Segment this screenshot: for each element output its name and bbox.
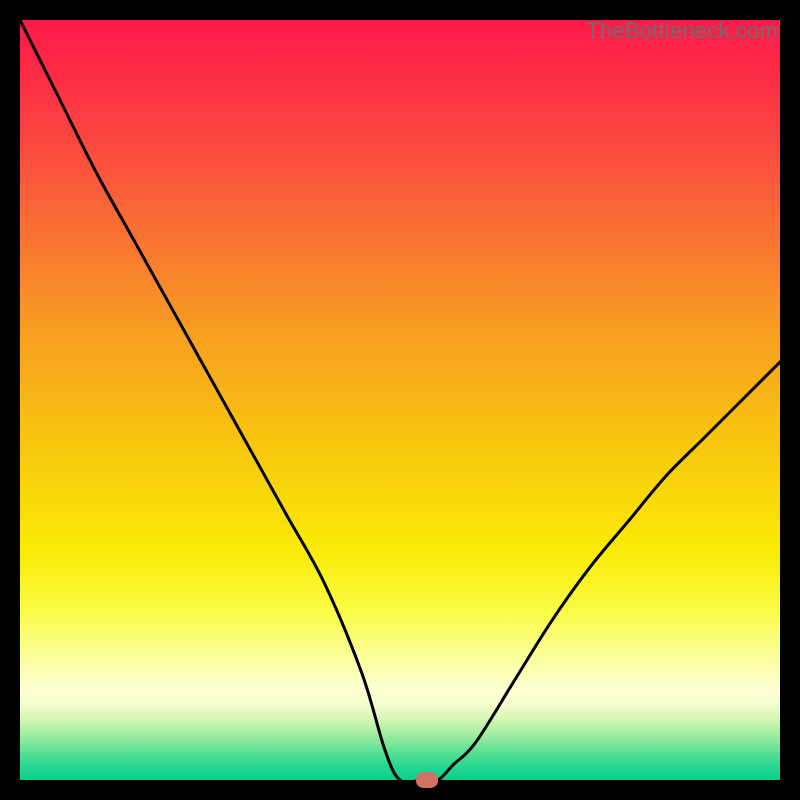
watermark-text: TheBottleneck.com [586, 18, 778, 44]
optimal-point-marker [416, 772, 438, 788]
bottleneck-curve [20, 20, 780, 780]
plot-area: TheBottleneck.com [20, 20, 780, 780]
curve-path [20, 20, 780, 780]
chart-frame: TheBottleneck.com [0, 0, 800, 800]
